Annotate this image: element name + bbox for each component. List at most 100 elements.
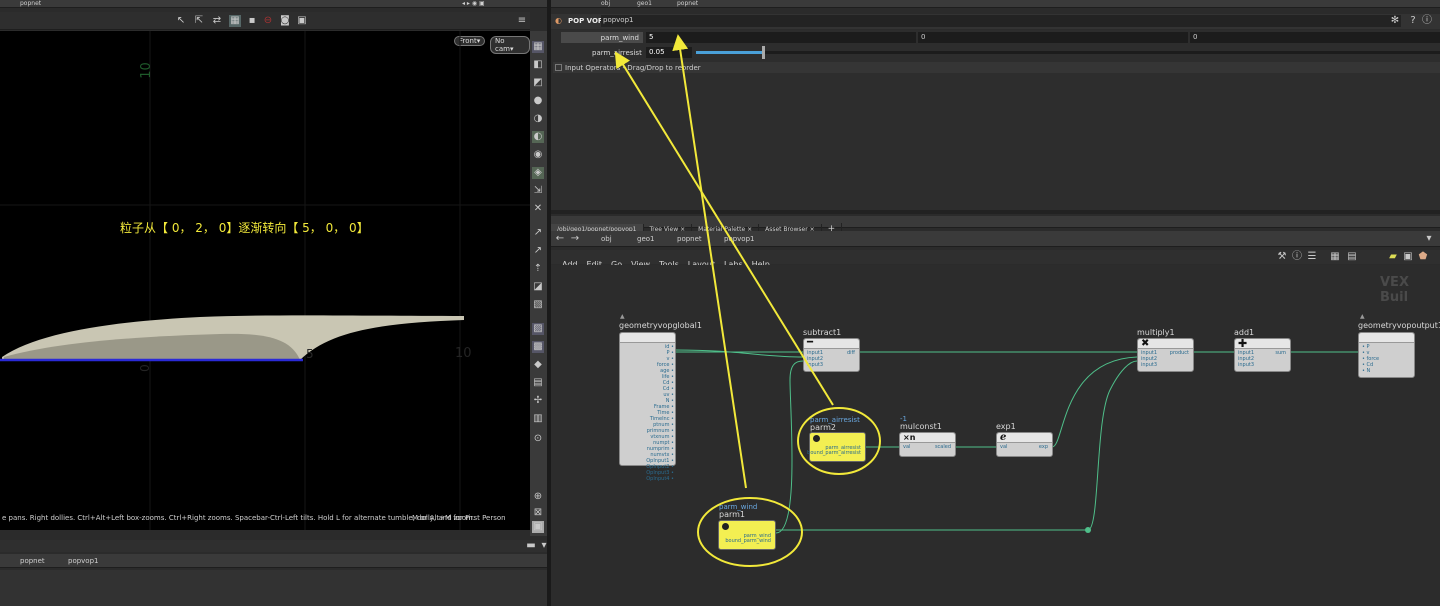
net-tool-grid-icon[interactable]: ▦ [1329,251,1341,263]
net-path-popvop1[interactable]: popvop1 [724,235,755,243]
axis-label-ten-right: 10 [455,346,472,361]
side-tool-18-icon[interactable]: ◆ [532,359,544,371]
net-tool-note-icon[interactable]: ▰ [1387,251,1399,263]
path-popnet-top[interactable]: popnet [677,0,698,7]
back-arrow-icon[interactable]: ← [554,233,566,245]
parm-airresist-slider[interactable] [696,46,1440,59]
viewport[interactable]: Front▾ No cam▾ 10 0 5 10 粒子从【 0， 2， 0】逐渐… [0,31,530,530]
add1-in3[interactable]: input3 [1238,362,1254,368]
side-tool-3-icon[interactable]: ◩ [532,77,544,89]
side-tool-13-icon[interactable]: ⇡ [532,263,544,275]
node-subtract1[interactable]: ━ input1 input2 input3 diff [803,338,860,372]
side-tool-17-icon[interactable]: ▩ [532,341,544,353]
path-geo1[interactable]: geo1 [637,0,652,7]
gear-icon[interactable]: ✻ [1389,15,1401,27]
net-tool-table-icon[interactable]: ▤ [1346,251,1358,263]
add1-output[interactable]: sum [1275,350,1286,356]
bottom-path-popnet[interactable]: popnet [20,557,45,565]
side-tool-12-icon[interactable]: ↗ [532,245,544,257]
side-tool-4-icon[interactable]: ● [532,95,544,107]
pane-close-icon[interactable]: ▬ [525,540,537,552]
viewport-menu-icon[interactable]: ≡ [516,15,528,27]
side-tool-10-icon[interactable]: ✕ [532,203,544,215]
viewport-status-hint: e pans. Right dollies. Ctrl+Alt+Left box… [2,514,476,522]
net-path-geo1[interactable]: geo1 [637,235,655,243]
path-obj[interactable]: obj [601,0,610,7]
node-parm1[interactable]: parm_wind bound_parm_wind [718,520,776,550]
net-tool-shape-icon[interactable]: ⬟ [1417,251,1429,263]
tool-rotate-icon[interactable]: ⇄ [211,15,223,27]
side-tool-14-icon[interactable]: ◪ [532,281,544,293]
mulconst1-in[interactable]: val [903,444,910,450]
parm2-out2[interactable]: bound_parm_airresist [807,450,861,456]
side-tool-24-icon[interactable]: ⊠ [532,507,544,519]
parm1-out2[interactable]: bound_parm_wind [725,538,771,544]
node-geometryvopglobal1[interactable]: id • P • v • force • age • life • Cd • Cd • uv •… [619,332,676,482]
parm-wind-label: parm_wind [600,34,639,42]
side-tool-2-icon[interactable]: ◧ [532,59,544,71]
net-tool-list-icon[interactable]: ☰ [1306,251,1318,263]
net-path-popnet[interactable]: popnet [677,235,702,243]
tool-stop-icon[interactable]: ⊖ [262,15,274,27]
multiply1-output[interactable]: product [1170,350,1189,356]
net-tool-wrench-icon[interactable]: ⚒ [1276,251,1288,263]
forward-arrow-icon[interactable]: → [569,233,581,245]
subtract1-in3[interactable]: input3 [807,362,823,368]
expand-checkbox[interactable] [555,64,562,71]
node-name-field[interactable]: popvop1 [601,15,1401,27]
mulconst1-out[interactable]: scaled [935,444,951,450]
side-tool-6-icon[interactable]: ◐ [532,131,544,143]
exp1-out[interactable]: exp [1039,444,1048,450]
side-tool-20-icon[interactable]: ✢ [532,395,544,407]
input-operators-row[interactable]: Input Operators - Drag/Drop to reorder [553,62,1440,73]
tool-handle-icon[interactable]: ▪ [246,15,258,27]
tool-select-icon[interactable]: ↖ [175,15,187,27]
side-tool-19-icon[interactable]: ▤ [532,377,544,389]
output-port-n[interactable]: • N [1362,368,1379,374]
slider-handle[interactable] [761,46,765,59]
node-add1[interactable]: ✚ input1 input2 input3 sum [1234,338,1291,372]
side-tool-11-icon[interactable]: ↗ [532,227,544,239]
path-dropdown-icon[interactable]: ▾ [1423,233,1435,245]
tool-snapshot-icon[interactable]: ▣ [296,15,308,27]
node-exp1[interactable]: e val exp [996,432,1053,457]
path-popnet[interactable]: popnet [20,0,41,7]
parm-wind-field-y[interactable]: 0 [918,32,1188,43]
horizontal-splitter[interactable] [551,210,1440,214]
param-area: parm_wind 5 0 0 parm_airresist 0.05 Inpu… [551,30,1440,210]
axis-label-five: 5 [306,347,314,361]
side-tool-1-icon[interactable]: ▦ [532,41,544,53]
exp1-in[interactable]: val [1000,444,1007,450]
node-geometryvopoutput1[interactable]: • P • v • force • Cd • N [1358,332,1415,378]
node-multiply1[interactable]: ✖ input1 input2 input3 product [1137,338,1194,372]
side-tool-16-icon[interactable]: ▨ [532,323,544,335]
parm-wind-field-x[interactable]: 5 [646,32,916,43]
side-tool-22-icon[interactable]: ⊙ [532,433,544,445]
side-tool-9-icon[interactable]: ⇲ [532,185,544,197]
side-tool-15-icon[interactable]: ▧ [532,299,544,311]
node-parm2[interactable]: parm_airresist bound_parm_airresist [807,432,866,462]
side-tool-8-icon[interactable]: ◈ [532,167,544,179]
subtract1-output[interactable]: diff [847,350,855,356]
parm-airresist-field[interactable]: 0.05 [646,47,692,58]
net-path-obj[interactable]: obj [601,235,612,243]
side-tool-7-icon[interactable]: ◉ [532,149,544,161]
parm-wind-field-z[interactable]: 0 [1190,32,1440,43]
bottom-path-popvop1[interactable]: popvop1 [68,557,99,565]
bottom-left-pane: ▬ ▾ popnet popvop1 [0,540,547,606]
info-icon[interactable]: ⓘ [1421,15,1433,27]
help-icon[interactable]: ? [1407,15,1419,27]
tool-move-icon[interactable]: ⇱ [193,15,205,27]
tool-scale-icon[interactable]: ▦ [229,15,241,27]
tool-render-icon[interactable]: ◙ [279,15,291,27]
side-tool-25-icon[interactable]: ▣ [532,521,544,533]
side-tool-23-icon[interactable]: ⊕ [532,491,544,503]
global-port-opinput4[interactable]: OpInput4 • [646,476,674,482]
node-mulconst1[interactable]: ×n val scaled [899,432,956,457]
subtract1-inputs: input1 input2 input3 [807,350,823,368]
multiply1-in3[interactable]: input3 [1141,362,1157,368]
net-tool-color-icon[interactable]: ▣ [1402,251,1414,263]
side-tool-21-icon[interactable]: ▥ [532,413,544,425]
side-tool-5-icon[interactable]: ◑ [532,113,544,125]
net-tool-info-icon[interactable]: ⓘ [1291,251,1303,263]
